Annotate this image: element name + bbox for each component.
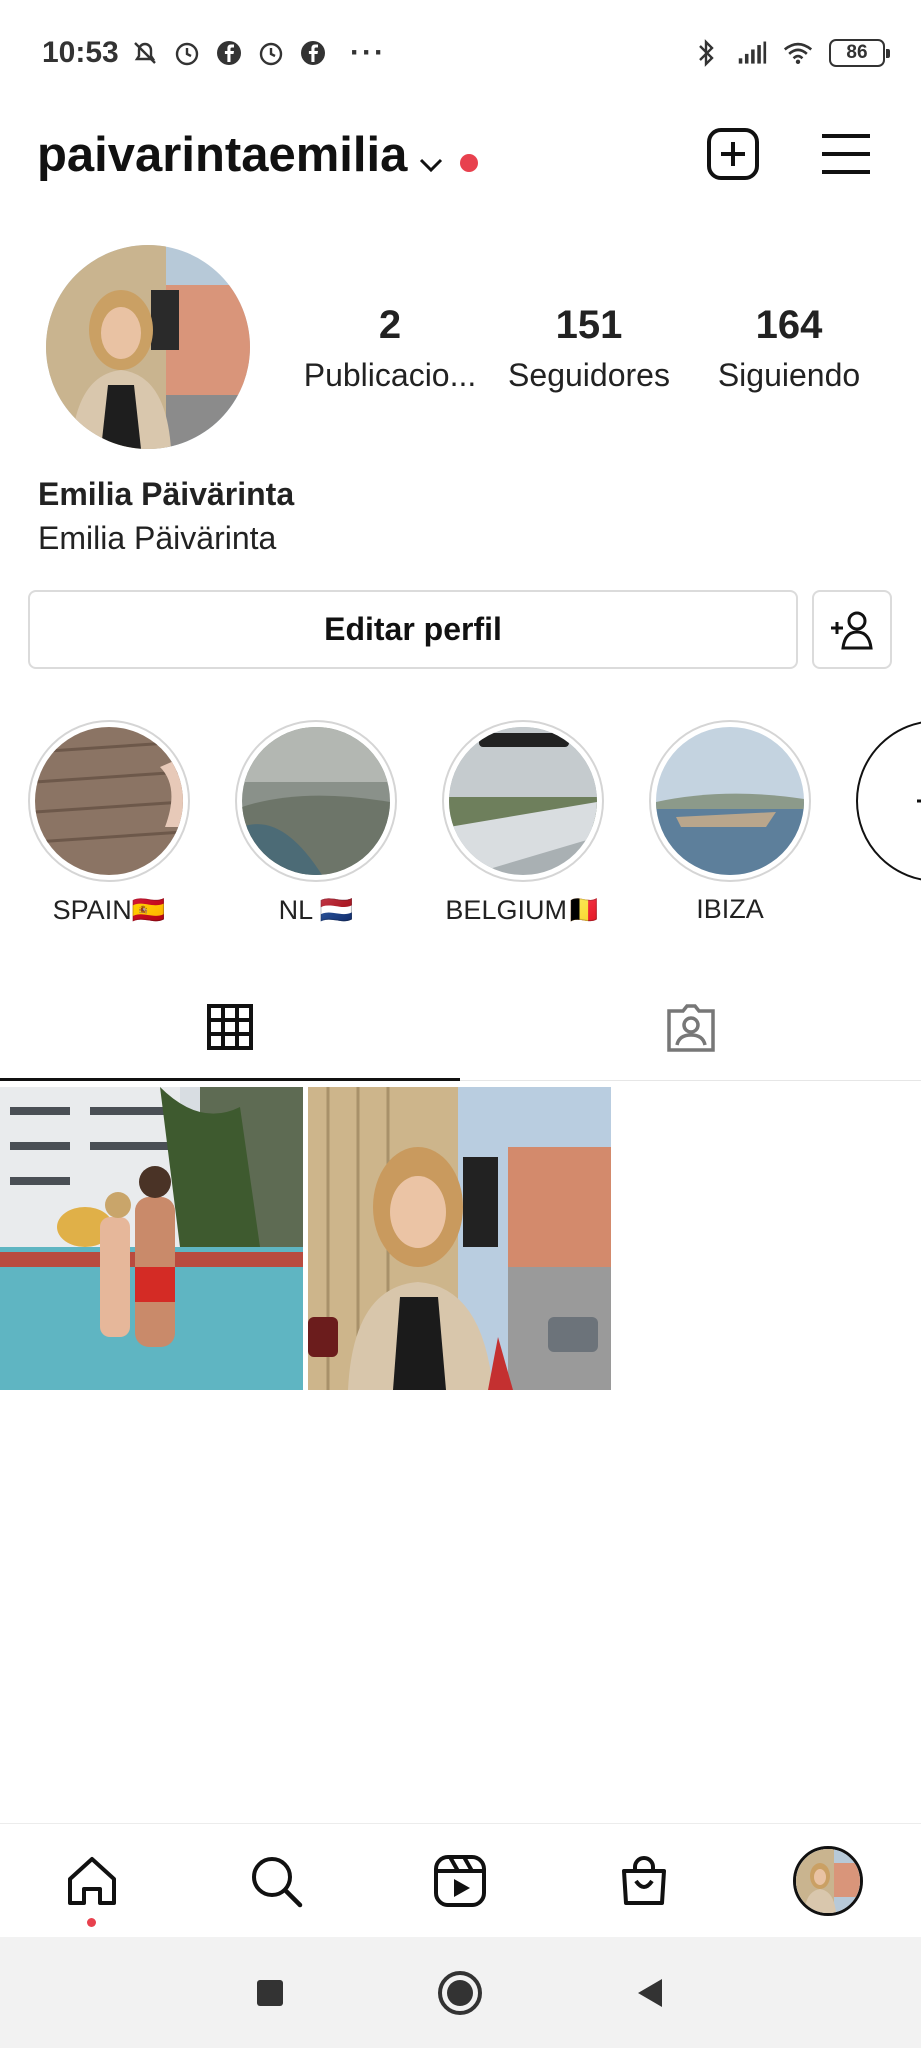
highlight-ring	[442, 720, 604, 882]
bio: Emilia Päivärinta	[38, 520, 277, 556]
home-system-button[interactable]	[432, 1965, 488, 2021]
mute-icon	[130, 38, 160, 68]
highlight-ring	[28, 720, 190, 882]
full-name: Emilia Päivärinta	[38, 476, 295, 512]
tab-grid[interactable]	[0, 975, 460, 1081]
facebook-icon	[214, 38, 244, 68]
shop-icon	[622, 1856, 666, 1905]
plus-icon	[917, 799, 921, 803]
tab-tagged[interactable]	[461, 975, 921, 1081]
back-button[interactable]	[622, 1965, 678, 2021]
alarm-icon	[172, 38, 202, 68]
profile-tabs	[0, 975, 921, 1081]
battery-icon: 86	[829, 39, 890, 67]
followers-count: 151	[555, 303, 623, 347]
highlight-thumbnail	[242, 727, 390, 875]
notification-dot	[460, 154, 478, 172]
signal-icon	[737, 38, 767, 68]
square-icon	[257, 1980, 283, 2006]
nav-search[interactable]	[245, 1850, 307, 1912]
highlight-ibiza[interactable]: IBIZA	[647, 720, 813, 925]
bottom-navigation	[0, 1823, 921, 1937]
wifi-icon	[783, 38, 813, 68]
menu-button[interactable]	[818, 126, 874, 182]
post-thumbnail[interactable]	[0, 1087, 303, 1390]
highlight-thumbnail	[449, 727, 597, 875]
home-icon	[68, 1857, 116, 1905]
grid-icon	[207, 1003, 253, 1050]
highlight-label: Nu	[854, 894, 921, 925]
tagged-icon	[667, 1004, 715, 1052]
following-label: Siguiendo	[717, 357, 861, 393]
recents-button[interactable]	[242, 1965, 298, 2021]
edit-profile-button[interactable]: Editar perfil	[28, 590, 798, 669]
followers-label: Seguidores	[508, 357, 670, 393]
highlight-thumbnail	[656, 727, 804, 875]
username[interactable]: paivarintaemilia	[37, 127, 407, 183]
highlight-spain[interactable]: SPAIN🇪🇸	[26, 720, 192, 926]
new-highlight-ring	[856, 720, 921, 882]
more-notifications-icon: ···	[350, 36, 386, 69]
discover-people-button[interactable]	[812, 590, 892, 669]
status-icons-left: ···	[130, 38, 386, 68]
status-bar: 10:53 ··· 86	[0, 0, 921, 110]
post-thumbnail[interactable]	[308, 1087, 611, 1390]
reels-icon	[434, 1855, 486, 1907]
following-stat[interactable]: 164 Siguiendo	[689, 300, 889, 400]
profile-avatar	[793, 1846, 863, 1916]
notification-dot	[87, 1918, 96, 1927]
profile-header: paivarintaemilia	[0, 110, 921, 210]
highlight-label: NL 🇳🇱	[278, 895, 354, 925]
nav-profile[interactable]	[793, 1846, 863, 1916]
search-icon	[252, 1857, 303, 1908]
followers-stat[interactable]: 151 Seguidores	[489, 300, 689, 400]
new-post-button[interactable]	[705, 126, 761, 182]
highlight-label: BELGIUM🇧🇪	[445, 895, 601, 925]
highlight-label: IBIZA	[696, 894, 764, 924]
status-time: 10:53	[42, 36, 119, 69]
facebook-icon	[298, 38, 328, 68]
highlight-ring	[235, 720, 397, 882]
profile-avatar[interactable]	[46, 245, 250, 449]
status-icons-right: 86	[691, 38, 890, 68]
highlight-new[interactable]: Nu	[854, 720, 921, 925]
following-count: 164	[755, 303, 823, 347]
circle-icon	[438, 1971, 482, 2015]
add-person-icon	[831, 611, 873, 649]
highlight-label: SPAIN🇪🇸	[52, 895, 166, 925]
alarm-icon	[256, 38, 286, 68]
nav-reels[interactable]	[429, 1850, 491, 1912]
highlight-nl[interactable]: NL 🇳🇱	[233, 720, 399, 926]
nav-shop[interactable]	[613, 1850, 675, 1912]
nav-home[interactable]	[61, 1850, 123, 1912]
highlight-thumbnail	[35, 727, 183, 875]
highlight-belgium[interactable]: BELGIUM🇧🇪	[440, 720, 606, 926]
posts-label: Publicacio...	[303, 357, 477, 393]
story-highlights: SPAIN🇪🇸 NL 🇳🇱 BELGIUM🇧🇪 IBIZA Nu	[0, 720, 921, 940]
system-navigation	[0, 1937, 921, 2048]
posts-stat[interactable]: 2 Publicacio...	[290, 300, 490, 400]
back-triangle-icon	[638, 1979, 662, 2007]
posts-count: 2	[378, 303, 402, 347]
bluetooth-icon	[691, 38, 721, 68]
chevron-down-icon[interactable]	[416, 150, 446, 180]
highlight-ring	[649, 720, 811, 882]
profile-stats: 2 Publicacio... 151 Seguidores 164 Sigui…	[290, 300, 890, 410]
